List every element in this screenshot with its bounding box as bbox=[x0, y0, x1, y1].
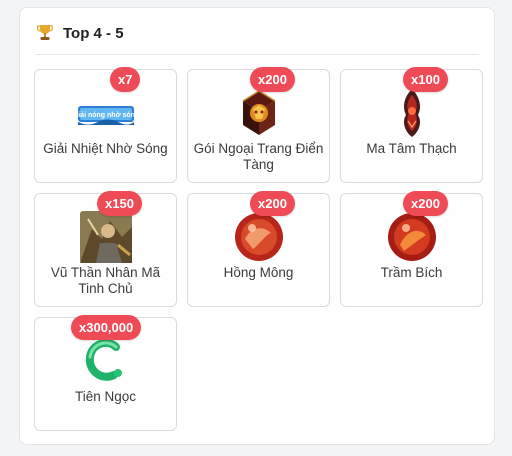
item-name: Giải Nhiệt Nhờ Sóng bbox=[43, 141, 168, 156]
red-orb-icon bbox=[234, 213, 283, 261]
red-orb-icon bbox=[387, 213, 436, 261]
panel-header: Top 4 - 5 bbox=[37, 24, 124, 42]
quantity-badge: x200 bbox=[250, 67, 295, 92]
reward-card[interactable]: Hồng Mông x200 bbox=[187, 191, 330, 307]
quantity-badge: x100 bbox=[403, 67, 448, 92]
quantity-badge: x200 bbox=[250, 191, 295, 216]
item-name: Hồng Mông bbox=[223, 265, 294, 280]
warrior-portrait-icon bbox=[79, 211, 132, 263]
quantity-badge: x150 bbox=[97, 191, 142, 216]
item-name: Tiên Ngọc bbox=[74, 389, 137, 404]
section-title: Top 4 - 5 bbox=[63, 24, 124, 42]
reward-card[interactable]: Vũ Thần Nhân Mã Tinh Chủ x150 bbox=[34, 191, 177, 307]
banner-icon: Giải nóng nhờ sóng bbox=[77, 106, 134, 125]
reward-card[interactable]: Giải nóng nhờ sóng Giải Nhiệt Nhờ Sóng x… bbox=[34, 67, 177, 183]
svg-text:Giải nóng nhờ sóng: Giải nóng nhờ sóng bbox=[78, 112, 134, 119]
demon-stone-icon bbox=[403, 89, 420, 137]
reward-card[interactable]: Trầm Bích x200 bbox=[340, 191, 483, 307]
reward-card[interactable]: Ma Tâm Thạch x100 bbox=[340, 67, 483, 183]
reward-card[interactable]: Tiên Ngọc x300,000 bbox=[34, 315, 177, 431]
item-name: Vũ Thần Nhân Mã Tinh Chủ bbox=[50, 265, 161, 296]
item-name: Ma Tâm Thạch bbox=[366, 141, 457, 156]
reward-card[interactable]: Gói Ngoại Trang Điển Tàng x200 bbox=[187, 67, 330, 183]
trophy-icon bbox=[37, 25, 53, 40]
quantity-badge: x7 bbox=[110, 67, 141, 92]
chest-icon bbox=[242, 90, 275, 135]
item-name: Gói Ngoại Trang Điển Tàng bbox=[193, 141, 324, 172]
item-name: Trầm Bích bbox=[380, 265, 443, 280]
header-divider bbox=[35, 54, 479, 55]
green-jade-icon bbox=[85, 338, 122, 381]
quantity-badge: x200 bbox=[403, 191, 448, 216]
quantity-badge: x300,000 bbox=[71, 315, 142, 340]
